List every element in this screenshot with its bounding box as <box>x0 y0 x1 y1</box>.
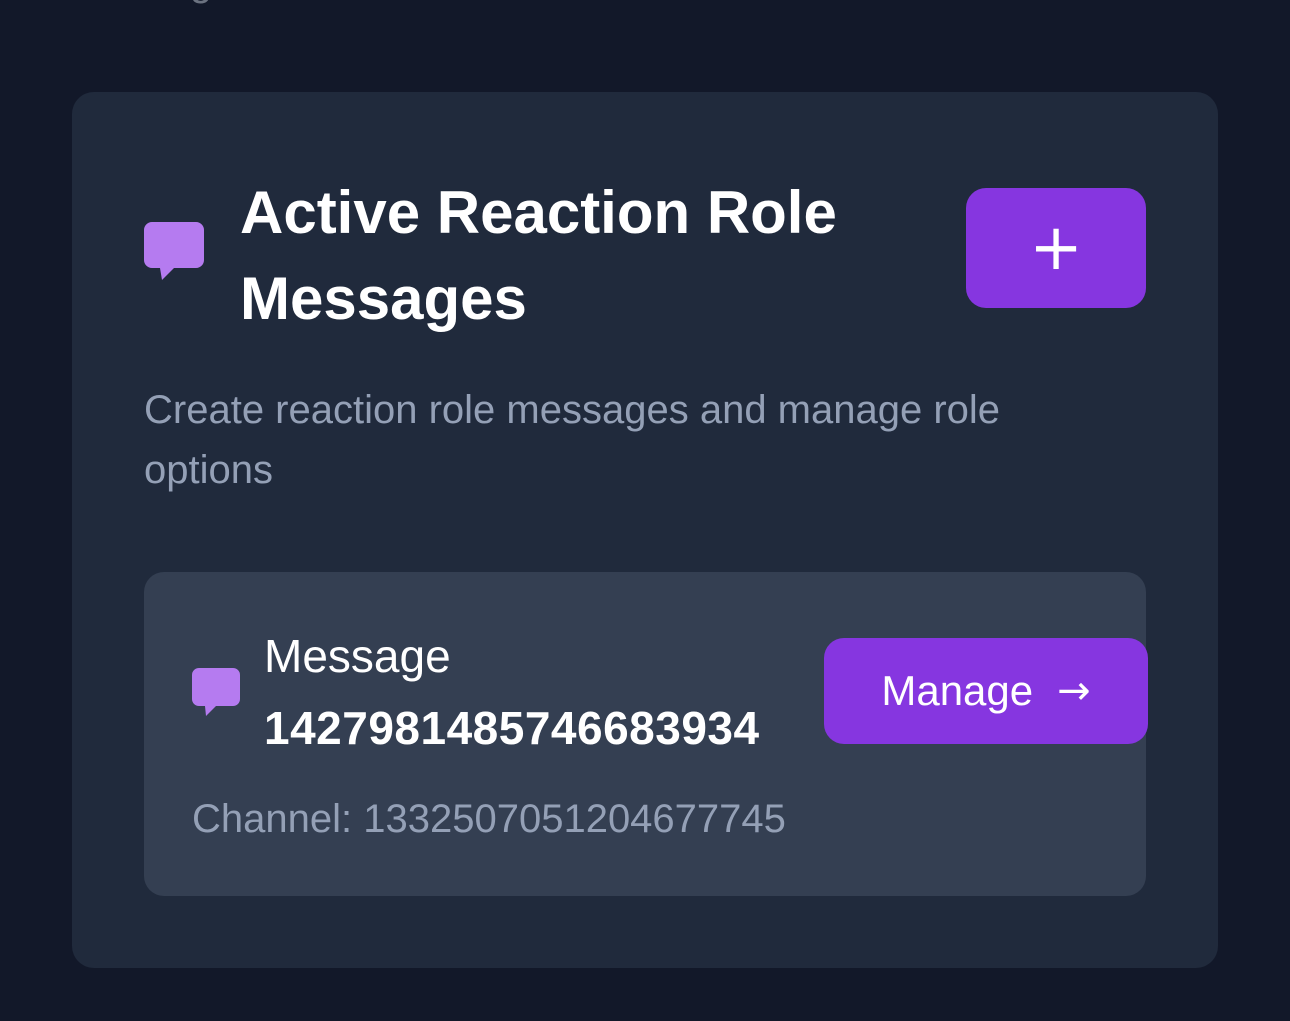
section-title-line1: Active Reaction Role <box>240 179 837 246</box>
chat-bubble-icon <box>144 222 204 280</box>
message-label: Message <box>264 630 451 682</box>
message-title: Message 1427981485746683934 <box>264 620 824 764</box>
add-message-button[interactable]: + <box>966 188 1146 308</box>
message-list-item: Message 1427981485746683934 Manage → Cha… <box>144 572 1148 896</box>
arrow-right-icon: → <box>1057 668 1091 714</box>
previous-section-text: messages <box>72 0 254 2</box>
section-title-line2: Messages <box>240 265 527 332</box>
plus-icon: + <box>1029 211 1083 285</box>
message-id: 1427981485746683934 <box>264 702 760 754</box>
reaction-roles-card: Active Reaction Role Messages + Create r… <box>72 92 1218 968</box>
section-description: Create reaction role messages and manage… <box>144 388 1001 492</box>
manage-button-label: Manage <box>881 667 1034 714</box>
chat-bubble-icon <box>192 668 240 716</box>
section-title: Active Reaction Role Messages <box>240 170 900 342</box>
manage-button[interactable]: Manage → <box>824 638 1148 744</box>
channel-info: Channel: 1332507051204677745 <box>192 797 786 841</box>
